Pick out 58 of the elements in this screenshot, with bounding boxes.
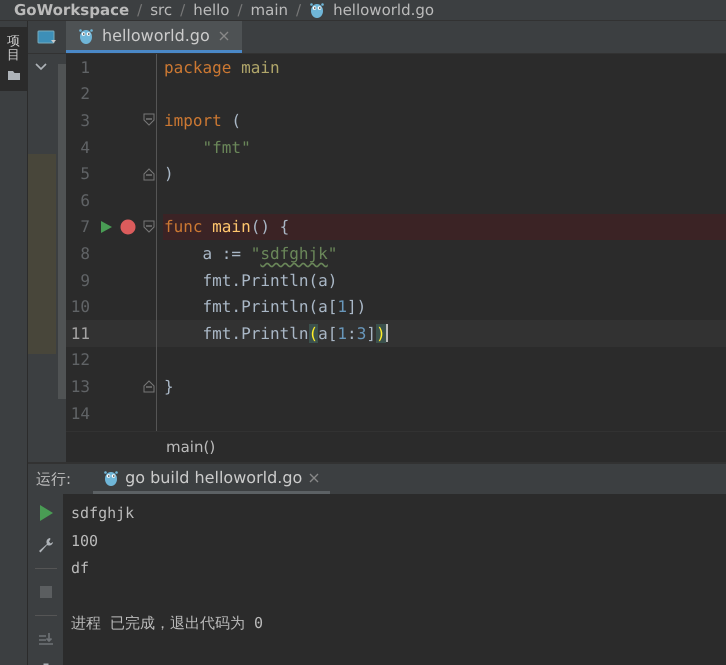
breadcrumb-separator: / <box>296 1 302 19</box>
editor-tab[interactable]: helloworld.go <box>66 21 242 53</box>
console-output-line: df <box>71 559 90 577</box>
gopher-icon <box>103 468 120 486</box>
code-line: import ( <box>164 110 242 130</box>
line-number: 2 <box>79 84 90 104</box>
breadcrumb-separator: / <box>180 1 186 19</box>
run-icon[interactable] <box>100 220 112 234</box>
scrollbar[interactable] <box>58 64 66 399</box>
monitor-icon <box>37 29 57 45</box>
breadcrumb-item[interactable]: src <box>150 1 172 19</box>
exit-message: 进程 已完成，退出代码为 0 <box>71 614 264 632</box>
code-line: "fmt" <box>202 138 251 157</box>
line-number: 9 <box>79 270 90 290</box>
line-number: 5 <box>79 164 90 184</box>
line-number: 12 <box>70 350 90 370</box>
line-number: 4 <box>79 138 90 157</box>
close-icon[interactable] <box>218 30 230 42</box>
line-number: 14 <box>70 404 90 423</box>
text-cursor <box>386 324 388 342</box>
line-number: 10 <box>70 297 90 316</box>
code-line: fmt.Println(a) <box>202 270 338 290</box>
project-tool-tab[interactable]: 项目 <box>0 27 27 91</box>
breadcrumb-separator: / <box>237 1 243 19</box>
code-line: } <box>164 376 174 396</box>
console-output-line: sdfghjk <box>71 504 134 522</box>
line-number: 7 <box>79 217 90 236</box>
breakpoint-icon[interactable] <box>120 218 136 235</box>
code-line: func main() { <box>164 217 290 236</box>
run-tab[interactable]: go build helloworld.go <box>93 464 330 494</box>
fold-icon[interactable] <box>143 113 155 128</box>
run-label: 运行: <box>36 470 72 488</box>
line-number: 8 <box>79 244 90 263</box>
fold-icon[interactable] <box>143 220 155 234</box>
breadcrumb-separator: / <box>137 1 142 19</box>
code-line: ) <box>164 164 174 184</box>
code-line: fmt.Println(a[1]) <box>202 297 366 316</box>
wrench-icon[interactable] <box>36 536 54 554</box>
function-breadcrumb[interactable]: main() <box>166 438 216 456</box>
code-line: a := "sdfghjk" <box>202 244 338 263</box>
line-number: 1 <box>79 58 90 77</box>
gopher-icon <box>309 1 326 19</box>
code-line: package main <box>164 58 280 77</box>
breadcrumb-item[interactable]: GoWorkspace <box>14 1 130 19</box>
console-output-line: 100 <box>71 532 98 550</box>
line-number: 3 <box>79 110 90 130</box>
sort-down-icon[interactable] <box>36 630 54 648</box>
fold-icon[interactable] <box>143 166 155 181</box>
line-number: 11 <box>70 324 90 343</box>
breadcrumb-item[interactable]: main <box>250 1 288 19</box>
close-icon[interactable] <box>308 472 320 484</box>
line-number: 6 <box>79 190 90 210</box>
gopher-icon <box>78 26 94 44</box>
fold-icon[interactable] <box>143 379 155 394</box>
line-number: 13 <box>70 376 90 396</box>
breadcrumb-item[interactable]: helloworld.go <box>333 1 434 19</box>
breadcrumb-item[interactable]: hello <box>193 1 230 19</box>
code-line: fmt.Println(a[1:3]) <box>202 324 386 343</box>
